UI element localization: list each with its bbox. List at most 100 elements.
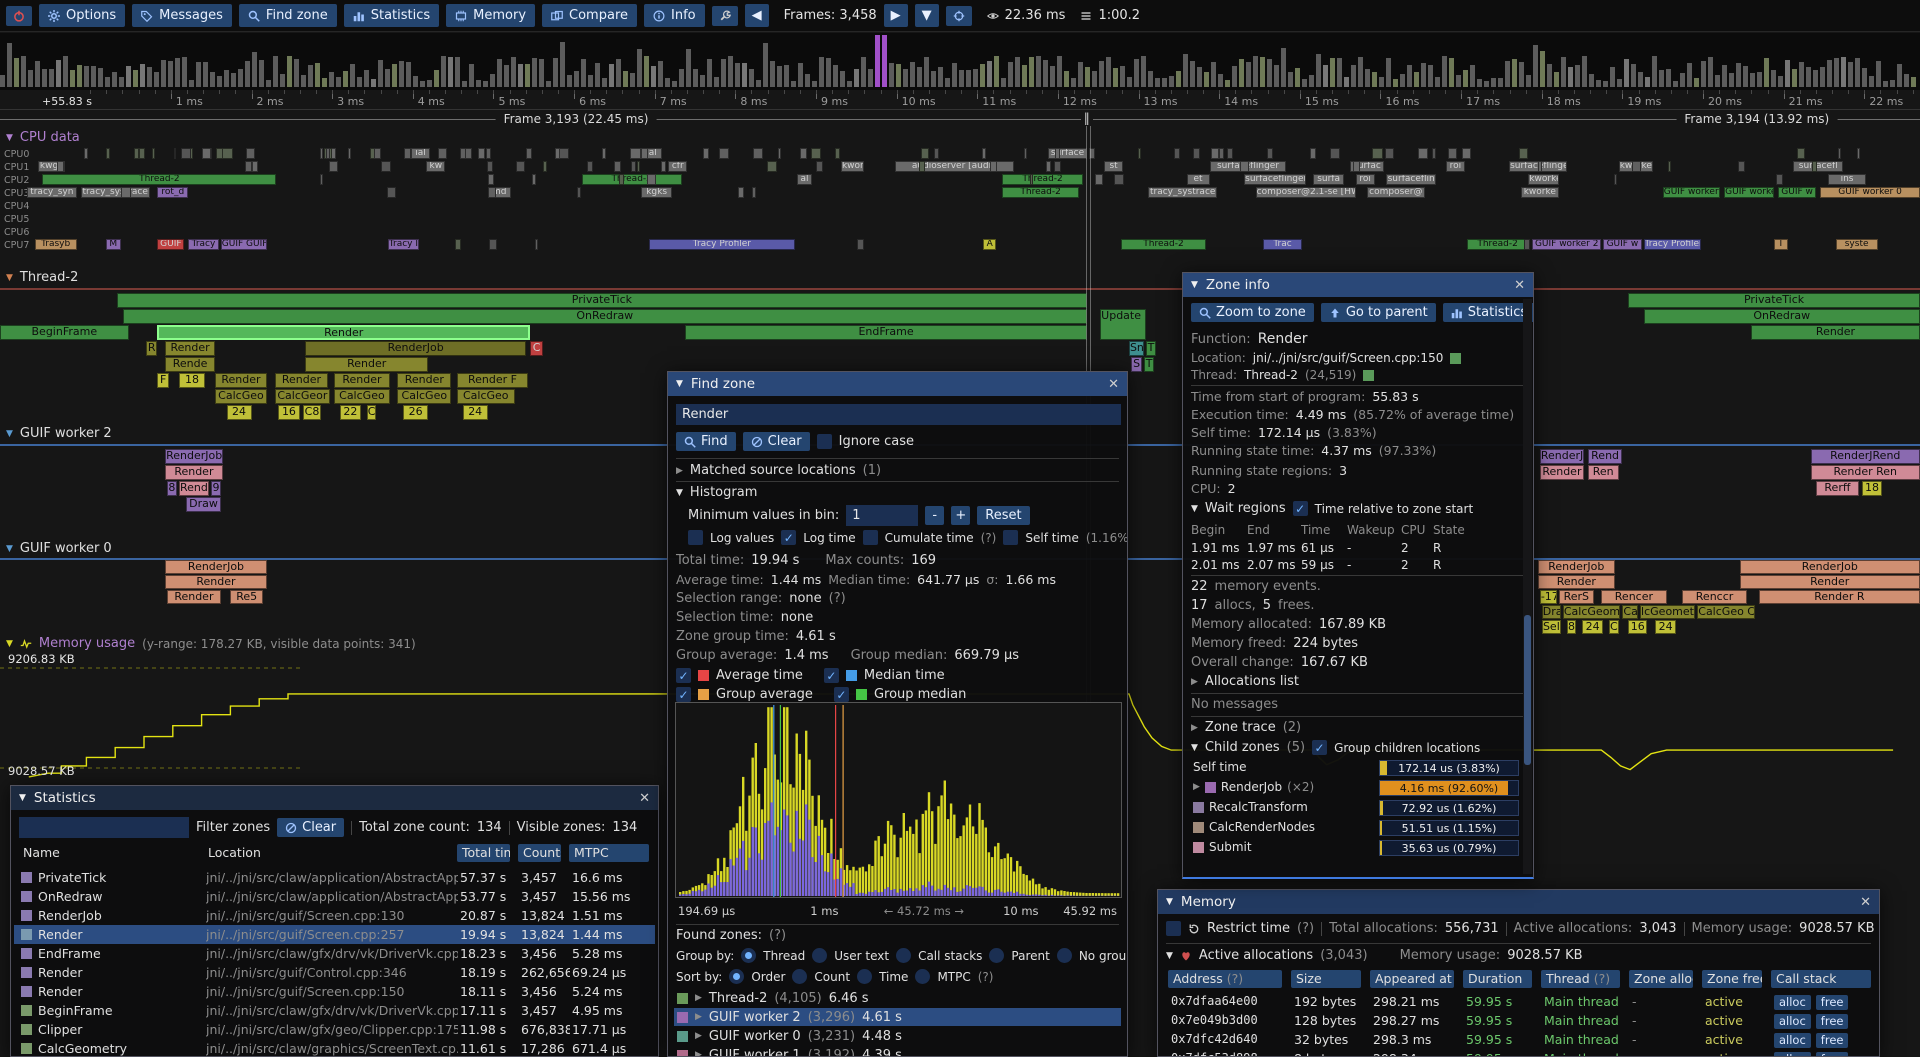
cpu-zone-block[interactable]	[487, 161, 493, 172]
zone-block[interactable]: GUIF w	[1603, 239, 1641, 250]
collapse-icon[interactable]: ▼	[6, 429, 13, 439]
zone-block[interactable]: Thread-2	[1002, 174, 1083, 185]
zone-block[interactable]: Tracy Profiler	[649, 239, 795, 250]
expand-icon[interactable]: ▶	[695, 1012, 702, 1022]
cpu-zone-block[interactable]	[320, 148, 323, 159]
memory-titlebar[interactable]: ▼ Memory ✕	[1158, 890, 1879, 914]
zone-info-titlebar[interactable]: ▼ Zone info ✕	[1183, 273, 1533, 297]
zone-block[interactable]: cfr	[668, 161, 687, 172]
wait-regions-header[interactable]: ▼ Wait regions Time relative to zone sta…	[1191, 501, 1473, 516]
cpu-zone-block[interactable]	[1838, 148, 1840, 159]
zone-block[interactable]: kworke	[1528, 174, 1559, 185]
zone-block[interactable]: EndFrame	[685, 325, 1086, 340]
cpu-zone-block[interactable]	[577, 187, 581, 198]
cumulate-time-checkbox[interactable]	[863, 530, 878, 545]
child-zones-header[interactable]: ▼ Child zones (5) Group children locatio…	[1191, 740, 1480, 755]
zone-block[interactable]: Render	[1538, 575, 1615, 589]
zone-block[interactable]: ins	[1828, 174, 1866, 185]
sort-by-radio-order[interactable]	[729, 969, 744, 984]
zone-block[interactable]: RenderJob	[305, 341, 526, 356]
cpu-zone-block[interactable]	[752, 187, 756, 198]
cpu-zone-block[interactable]	[630, 148, 641, 159]
zone-block[interactable]: C	[367, 405, 377, 420]
cpu-zone-block[interactable]	[455, 239, 461, 250]
found-zone-group[interactable]: ▶GUIF worker 1(3,192)4.39 s	[674, 1046, 1121, 1057]
matched-locations-row[interactable]: ▶ Matched source locations (1)	[676, 463, 881, 478]
zone-block[interactable]: C8	[303, 405, 320, 420]
statistics-row[interactable]: OnRedrawjni/../jni/src/claw/application/…	[14, 887, 655, 906]
find-button[interactable]: Find	[676, 432, 736, 451]
cpu-zone-block[interactable]	[526, 148, 533, 159]
cpu-zone-block[interactable]	[1114, 174, 1125, 185]
zone-block[interactable]: surfaceflinger	[1244, 174, 1305, 185]
zone-block[interactable]: Rende	[165, 357, 215, 372]
cpu-zone-block[interactable]	[387, 187, 395, 198]
cpu-zone-block[interactable]	[1372, 148, 1383, 159]
statistics-row[interactable]: PrivateTickjni/../jni/src/claw/applicati…	[14, 868, 655, 887]
zoom-to-zone-button[interactable]: Zoom to zone	[1191, 303, 1314, 322]
zone-block[interactable]: GUIF	[157, 239, 184, 250]
cpu-zone-block[interactable]	[489, 239, 497, 250]
found-zone-group[interactable]: ▶GUIF worker 0(3,231)4.48 s	[674, 1027, 1121, 1045]
zone-block[interactable]: Render	[165, 465, 223, 480]
zone-trace-row[interactable]: ▶ Zone trace (2)	[1191, 720, 1301, 735]
cpu-zone-block[interactable]	[857, 239, 864, 250]
cpu-zone-block[interactable]	[1030, 174, 1032, 185]
group-by-radio-thread[interactable]	[741, 948, 756, 963]
cpu-zone-block[interactable]	[1055, 148, 1060, 159]
child-zone-row[interactable]: RecalcTransform	[1193, 800, 1308, 814]
zone-block[interactable]: CalcGeo	[397, 389, 451, 404]
zone-block[interactable]: Tracy Profiler	[1644, 239, 1702, 250]
toolbar-button-info[interactable]: Info	[644, 4, 705, 27]
zone-block[interactable]: OnRedraw	[1644, 309, 1920, 324]
cpu-zone-block[interactable]	[614, 161, 621, 172]
cpu-zone-block[interactable]	[1668, 161, 1671, 172]
min-bin-input[interactable]	[846, 505, 918, 526]
zone-block[interactable]: composer@	[1367, 187, 1425, 198]
zone-block[interactable]: GUIF worke	[1724, 187, 1774, 198]
zone-block[interactable]: Render Ren	[1811, 465, 1920, 480]
sort-by-radio-time[interactable]	[857, 969, 872, 984]
zone-block[interactable]: CalcGeo C	[1697, 605, 1755, 619]
zone-block[interactable]: RerS	[1559, 590, 1594, 604]
zone-block[interactable]: surfacefl	[1793, 161, 1843, 172]
zone-block[interactable]: S	[1131, 357, 1143, 372]
statistics-row[interactable]: Renderjni/../jni/src/guif/Screen.cpp:257…	[14, 925, 655, 944]
cpu-zone-block[interactable]	[1174, 148, 1180, 159]
cpu-zone-block[interactable]	[1462, 148, 1470, 159]
zone-block[interactable]: CalcGeo	[457, 389, 515, 404]
zone-block[interactable]: GUIF worker 0	[1820, 187, 1920, 198]
zone-block[interactable]: RenderJob	[165, 560, 267, 574]
zone-block[interactable]: T	[1146, 341, 1156, 356]
zone-block[interactable]: Rend	[179, 481, 210, 496]
collapse-icon[interactable]: ▼	[676, 379, 683, 389]
zone-block[interactable]: 22	[340, 405, 361, 420]
cpu-zone-block[interactable]	[348, 148, 351, 159]
cpu-zone-block[interactable]	[1385, 148, 1394, 159]
call-stack-button[interactable]: free	[1816, 995, 1849, 1010]
cpu-zone-block[interactable]	[374, 148, 380, 159]
find-zone-histogram[interactable]	[675, 702, 1122, 898]
statistics-row[interactable]: BeginFramejni/../jni/src/claw/gfx/drv/vk…	[14, 1001, 655, 1020]
cpu-zone-block[interactable]	[381, 161, 391, 172]
zone-block[interactable]: roi	[1356, 174, 1375, 185]
zone-block[interactable]: Trac	[1263, 239, 1301, 250]
frame-minimap[interactable]	[0, 33, 1920, 90]
zone-block[interactable]: surfa	[1313, 174, 1344, 185]
cpu-zone-block[interactable]	[106, 148, 110, 159]
cpu-zone-block[interactable]	[1738, 161, 1745, 172]
collapse-icon[interactable]: ▼	[1191, 743, 1198, 753]
cpu-zone-block[interactable]	[661, 161, 666, 172]
cpu-zone-block[interactable]	[619, 174, 624, 185]
column-header-size[interactable]: Size	[1291, 970, 1361, 988]
zone-block[interactable]: RenderJob	[165, 449, 223, 464]
zone-block[interactable]: OnRedraw	[123, 309, 1087, 324]
zone-block[interactable]: Sn	[1129, 341, 1144, 356]
collapse-icon[interactable]: ▼	[676, 488, 683, 498]
zone-block[interactable]: 8	[167, 481, 177, 496]
active-allocations-header[interactable]: ▼ Active allocations (3,043) Memory usag…	[1166, 948, 1583, 963]
search-input[interactable]	[676, 404, 1121, 425]
zone-block[interactable]: 8	[1567, 620, 1577, 634]
cpu-zone-block[interactable]	[326, 148, 330, 159]
zone-block[interactable]: tracy_systrace	[1148, 187, 1217, 198]
